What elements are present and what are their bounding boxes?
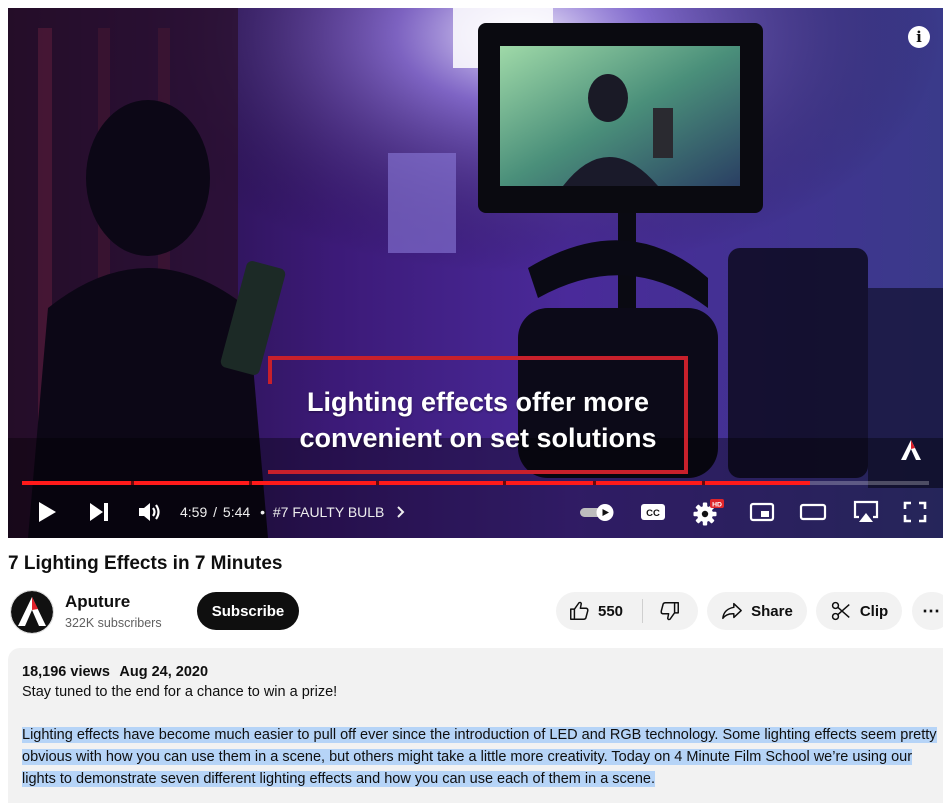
upload-date: Aug 24, 2020 [119, 664, 209, 680]
cc-icon: CC [641, 504, 665, 520]
volume-icon [139, 503, 160, 521]
video-player[interactable]: Lighting effects offer more convenient o… [8, 8, 943, 538]
like-button[interactable]: 550 [556, 592, 642, 630]
share-icon [722, 602, 743, 620]
scissors-icon [831, 601, 850, 621]
settings-gear-icon: HD [693, 499, 724, 526]
chapter-marker [248, 481, 252, 485]
chapter-marker [593, 481, 597, 485]
share-label: Share [751, 602, 793, 620]
clip-button[interactable]: Clip [816, 592, 902, 630]
description-teaser: Stay tuned to the end for a chance to wi… [22, 684, 338, 700]
next-icon [90, 503, 108, 521]
thumbs-down-icon [660, 602, 679, 621]
channel-name[interactable]: Aputure [65, 592, 130, 612]
progress-bar[interactable] [22, 481, 929, 485]
subscribe-button[interactable]: Subscribe [197, 592, 299, 630]
duration: 5:44 [222, 504, 251, 520]
miniplayer-button[interactable] [746, 496, 778, 528]
view-count: 18,196 views [22, 664, 110, 680]
next-button[interactable] [86, 496, 112, 528]
chapter-bullet: • [260, 504, 265, 520]
like-count: 550 [598, 602, 624, 620]
autoplay-toggle-icon [580, 504, 614, 521]
miniplayer-icon [749, 502, 775, 522]
theater-mode-button[interactable] [796, 496, 830, 528]
airplay-icon [853, 500, 879, 522]
like-dislike-group: 550 [556, 592, 698, 630]
caption-line: Lighting effects offer more [306, 387, 650, 417]
share-button[interactable]: Share [707, 592, 807, 630]
info-icon[interactable]: i [908, 26, 930, 48]
hd-badge: HD [712, 501, 722, 508]
description-panel[interactable]: 18,196 views Aug 24, 2020 Stay tuned to … [8, 648, 943, 803]
chapter-marker [702, 481, 706, 485]
video-caption: Lighting effects offer more convenient o… [268, 384, 688, 456]
volume-button[interactable] [136, 496, 166, 528]
current-time: 4:59 [180, 504, 208, 520]
cc-text: CC [646, 508, 660, 519]
captions-button[interactable]: CC [638, 496, 668, 528]
fullscreen-button[interactable] [900, 496, 930, 528]
description-meta: 18,196 views Aug 24, 2020 [22, 664, 214, 680]
chapter-marker [375, 481, 379, 485]
time-display: 4:59 / 5:44 • #7 FAULTY BULB [180, 504, 405, 520]
fullscreen-icon [903, 501, 927, 523]
highlighted-text: Lighting effects have become much easier… [22, 727, 937, 787]
clip-label: Clip [859, 602, 889, 620]
progress-played [22, 481, 811, 485]
play-button[interactable] [34, 496, 60, 528]
time-separator: / [213, 504, 218, 520]
caption-line: convenient on set solutions [299, 423, 657, 453]
chevron-right-icon[interactable] [396, 506, 405, 518]
chapter-title[interactable]: #7 FAULTY BULB [273, 504, 385, 520]
channel-avatar[interactable] [10, 590, 54, 634]
aputure-watermark-icon [901, 440, 921, 460]
airplay-button[interactable] [849, 496, 883, 528]
play-icon [39, 502, 56, 522]
player-controls: 4:59 / 5:44 • #7 FAULTY BULB CC HD [8, 492, 943, 532]
video-title: 7 Lighting Effects in 7 Minutes [8, 553, 283, 574]
description-body: Lighting effects have become much easier… [22, 724, 937, 790]
theater-icon [799, 503, 827, 521]
thumbs-up-icon [570, 601, 589, 620]
autoplay-toggle[interactable] [578, 496, 618, 528]
chapter-marker [502, 481, 506, 485]
aputure-logo-icon [11, 591, 53, 633]
subscriber-count: 322K subscribers [65, 616, 162, 630]
more-actions-button[interactable]: ⋯ [912, 592, 943, 630]
dislike-button[interactable] [643, 592, 697, 630]
settings-button[interactable]: HD [692, 496, 726, 528]
chapter-marker [130, 481, 134, 485]
